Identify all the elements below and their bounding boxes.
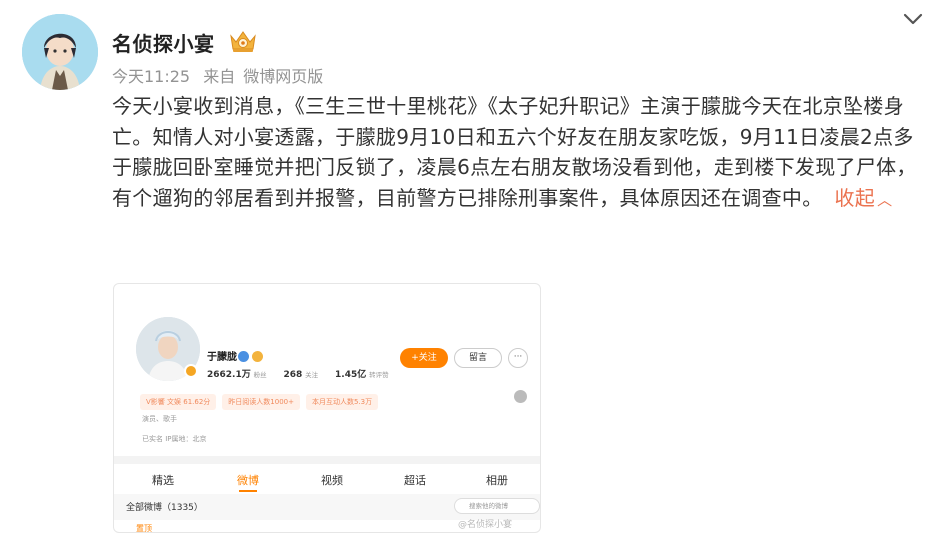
post-text: 今天小宴收到消息，《三生三世十里桃花》《太子妃升职记》主演于朦胧今天在北京坠楼身… — [112, 94, 917, 210]
profile-search-input: 搜索他的微博 — [454, 498, 540, 514]
profile-badges — [238, 347, 266, 366]
collapse-button[interactable]: 收起 ︿ — [835, 186, 893, 210]
post-time[interactable]: 今天11:25 — [112, 67, 190, 86]
tag-influence: V影響 文娱 61.62分 — [140, 394, 217, 410]
post-meta: 今天11:25 来自 微博网页版 — [112, 63, 331, 87]
tab-supertopic: 超话 — [404, 474, 426, 487]
post-source-prefix: 来自 — [203, 67, 236, 86]
active-tab-indicator — [239, 490, 257, 492]
vip-crown-icon[interactable] — [228, 28, 258, 54]
expand-tags-icon — [514, 390, 527, 403]
tag-interactions: 本月互动人数5.3万 — [305, 394, 379, 410]
fans-count: 2662.1万 — [207, 370, 251, 380]
following-label: 关注 — [305, 371, 319, 379]
more-options-icon: ··· — [508, 348, 528, 368]
chevron-up-icon: ︿ — [877, 190, 893, 209]
message-button: 留言 — [454, 348, 502, 368]
post-body: 今天小宴收到消息，《三生三世十里桃花》《太子妃升职记》主演于朦胧今天在北京坠楼身… — [112, 91, 918, 215]
verified-badge-icon — [184, 364, 198, 378]
crown-icon — [252, 351, 263, 362]
tab-video: 视频 — [321, 474, 343, 487]
tab-featured: 精选 — [152, 474, 174, 487]
profile-stats: 2662.1万 粉丝 268 关注 1.45亿 转评赞 — [207, 367, 403, 380]
pinned-label: 置顶 — [136, 524, 152, 533]
verified-check-icon — [238, 351, 249, 362]
tag-reads: 昨日阅读人数1000+ — [222, 394, 300, 410]
tab-weibo: 微博 — [237, 474, 259, 487]
embedded-profile-screenshot[interactable]: 于朦胧 2662.1万 粉丝 268 关注 1.45亿 转评赞 +关注 留言 ·… — [113, 283, 541, 533]
profile-name: 于朦胧 — [207, 352, 237, 363]
following-count: 268 — [283, 370, 303, 380]
fans-label: 粉丝 — [253, 371, 267, 379]
tab-album: 相册 — [486, 474, 508, 487]
profile-tags: V影響 文娱 61.62分 昨日阅读人数1000+ 本月互动人数5.3万 — [140, 389, 384, 410]
author-name[interactable]: 名侦探小宴 — [112, 28, 215, 57]
watermark: @名侦探小宴 — [458, 520, 513, 530]
chevron-down-icon[interactable] — [900, 8, 926, 30]
author-avatar[interactable] — [22, 14, 98, 90]
divider — [114, 456, 540, 464]
engagement-label: 转评赞 — [369, 371, 389, 379]
weibo-post: 名侦探小宴 今天11:25 来自 微博网页版 今天小宴收到消息，《三生三世十里桃花… — [0, 0, 943, 543]
profile-tabs: 精选 微博 视频 超话 相册 — [114, 466, 540, 494]
engagement-count: 1.45亿 — [335, 370, 367, 380]
post-source[interactable]: 微博网页版 — [243, 67, 323, 86]
profile-ip-location: 已实名 IP属地：北京 — [142, 435, 207, 443]
collapse-label: 收起 — [834, 185, 876, 210]
filter-dropdown: 全部微博（1335） — [126, 503, 203, 513]
follow-button: +关注 — [400, 348, 448, 368]
profile-occupation: 演员、歌手 — [142, 415, 177, 423]
